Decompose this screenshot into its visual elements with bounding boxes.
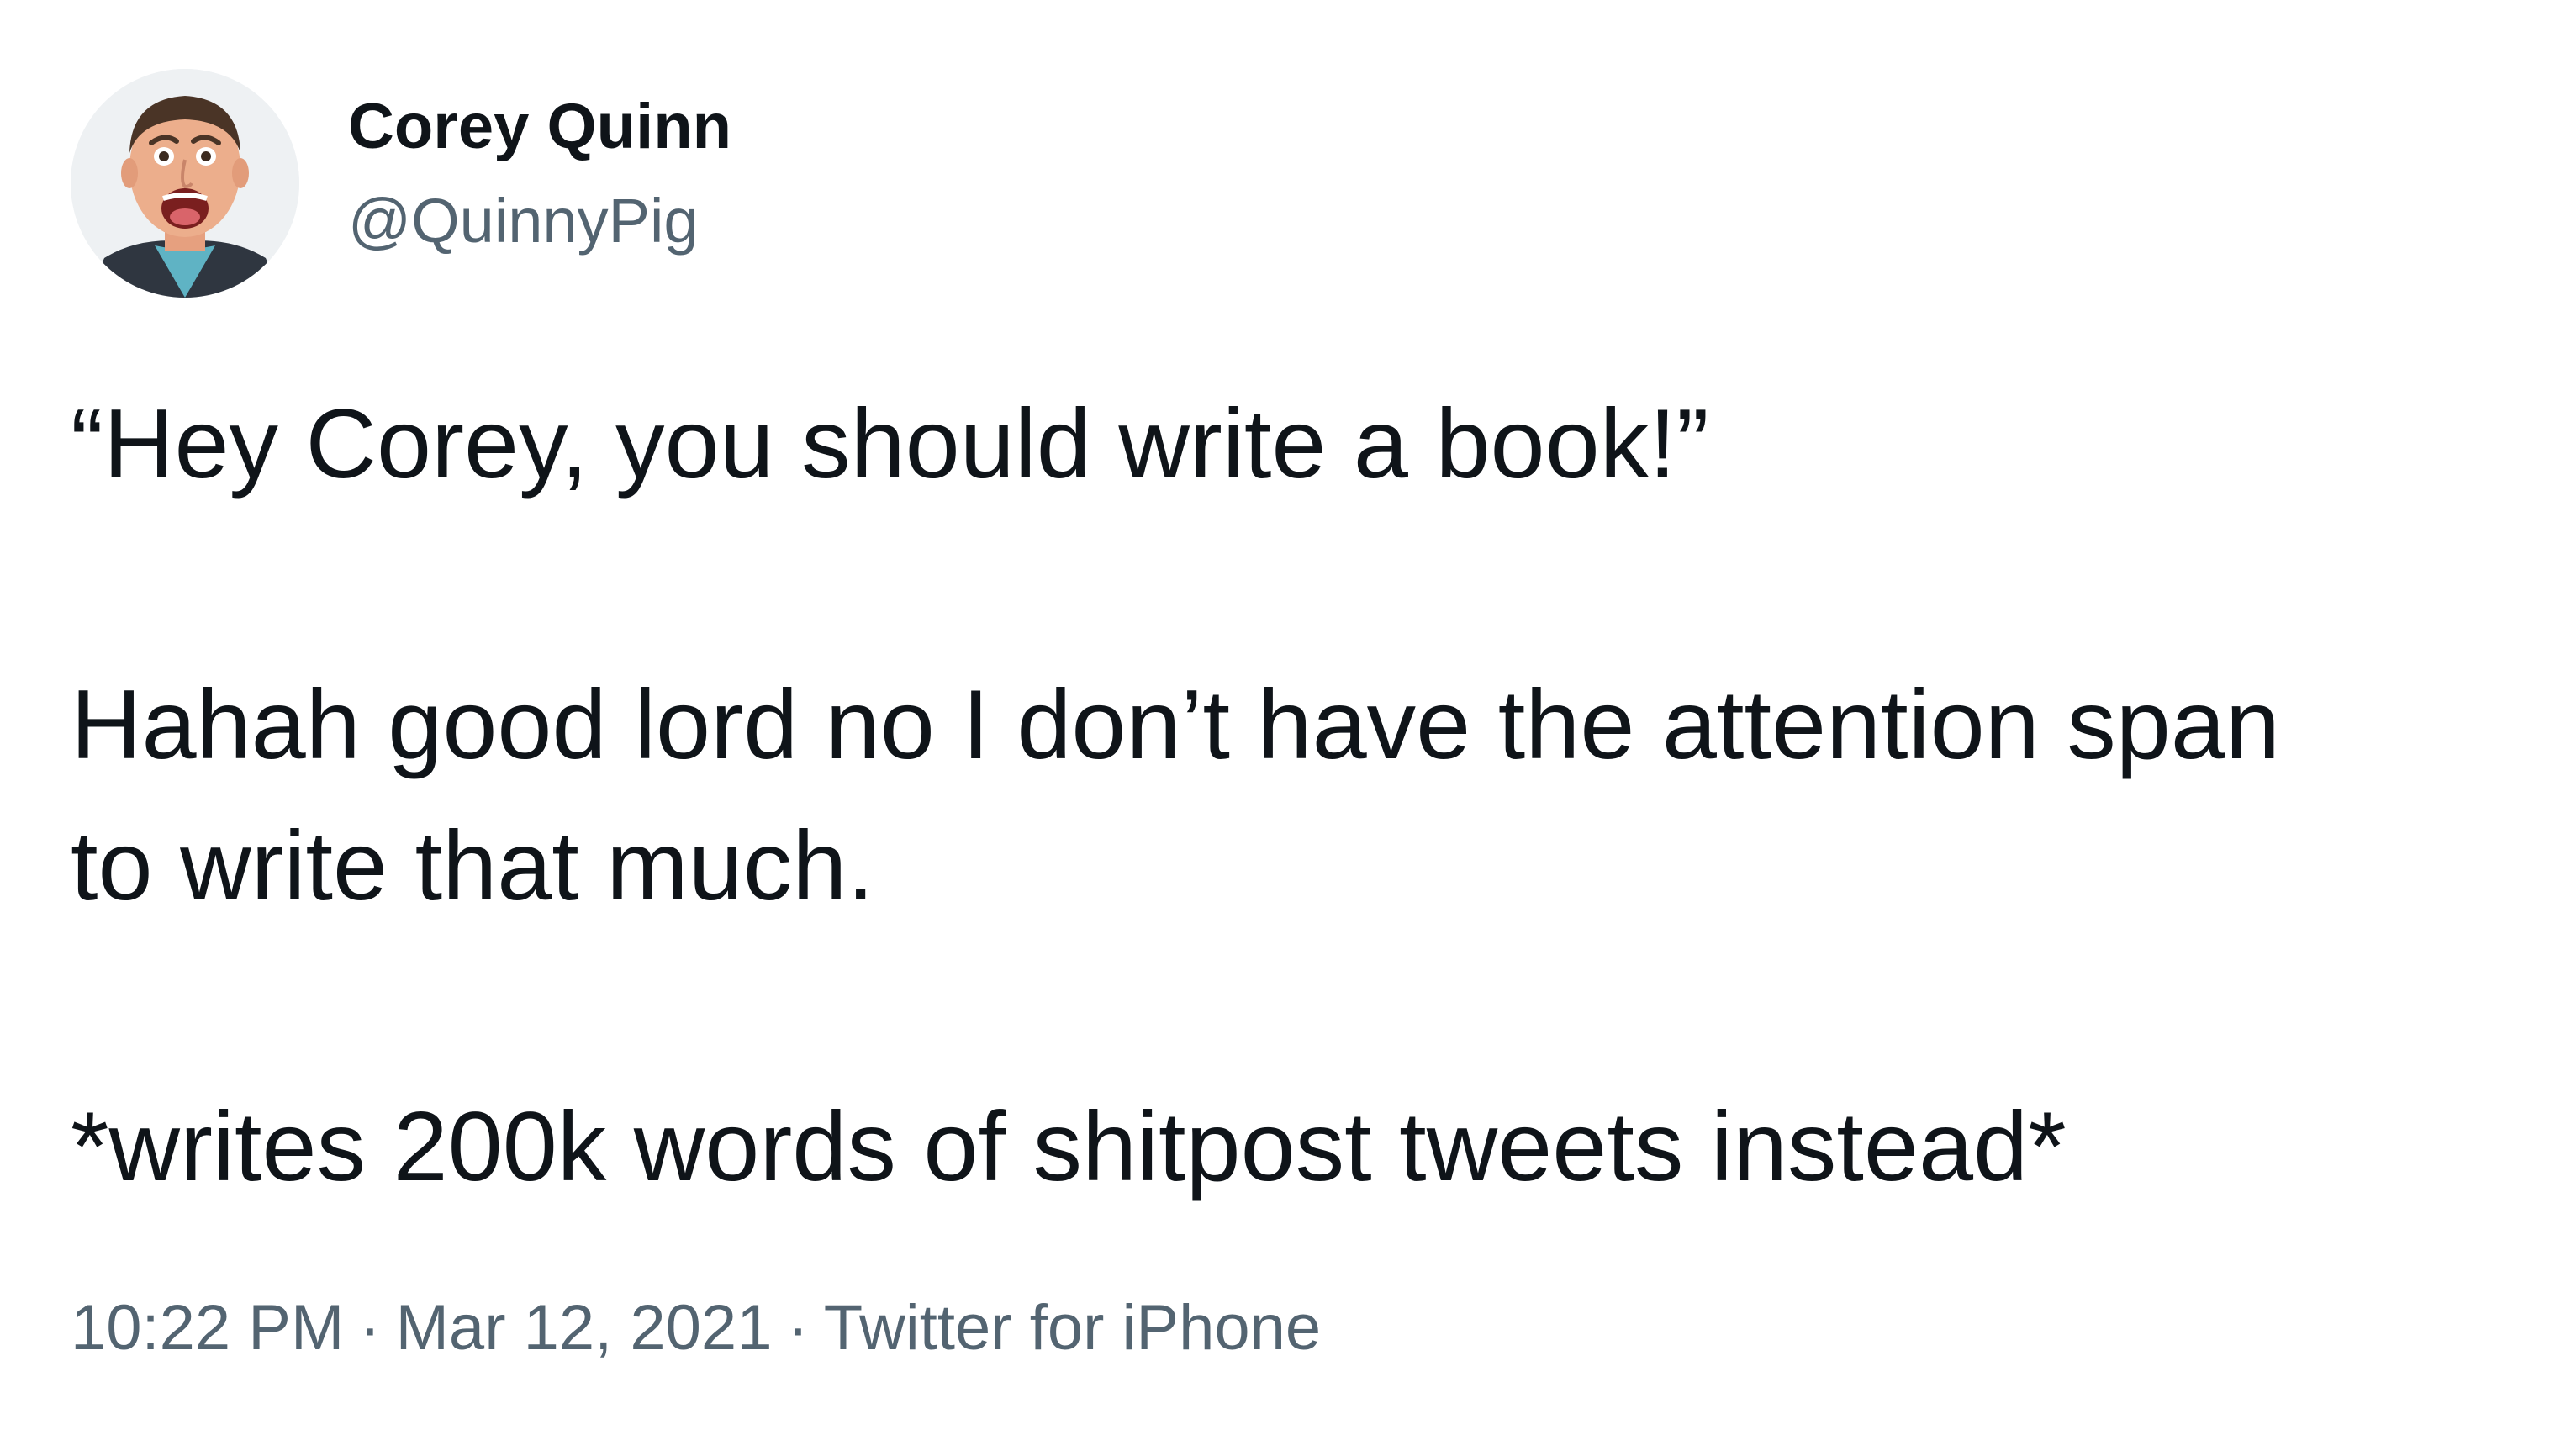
- tweet-metadata: 10:22 PM · Mar 12, 2021 · Twitter for iPhone: [71, 1288, 1321, 1369]
- avatar[interactable]: [71, 69, 299, 298]
- tweet-time[interactable]: 10:22 PM: [71, 1292, 344, 1364]
- separator-dot: ·: [787, 1292, 809, 1364]
- tweet-source[interactable]: Twitter for iPhone: [824, 1292, 1321, 1364]
- tweet-text-line: to write that much.: [71, 810, 874, 921]
- tweet-text-line: “Hey Corey, you should write a book!”: [71, 388, 1709, 499]
- tweet-text-line: Hahah good lord no I don’t have the atte…: [71, 669, 2280, 779]
- author-handle[interactable]: @QuinnyPig: [348, 183, 699, 259]
- tweet-card: Corey Quinn @QuinnyPig “Hey Corey, you s…: [0, 0, 2571, 1456]
- tweet-date[interactable]: Mar 12, 2021: [396, 1292, 773, 1364]
- profile-photo: [71, 69, 299, 298]
- author-display-name[interactable]: Corey Quinn: [348, 89, 731, 165]
- separator-dot: ·: [359, 1292, 381, 1364]
- tweet-text-line: *writes 200k words of shitpost tweets in…: [71, 1091, 2067, 1201]
